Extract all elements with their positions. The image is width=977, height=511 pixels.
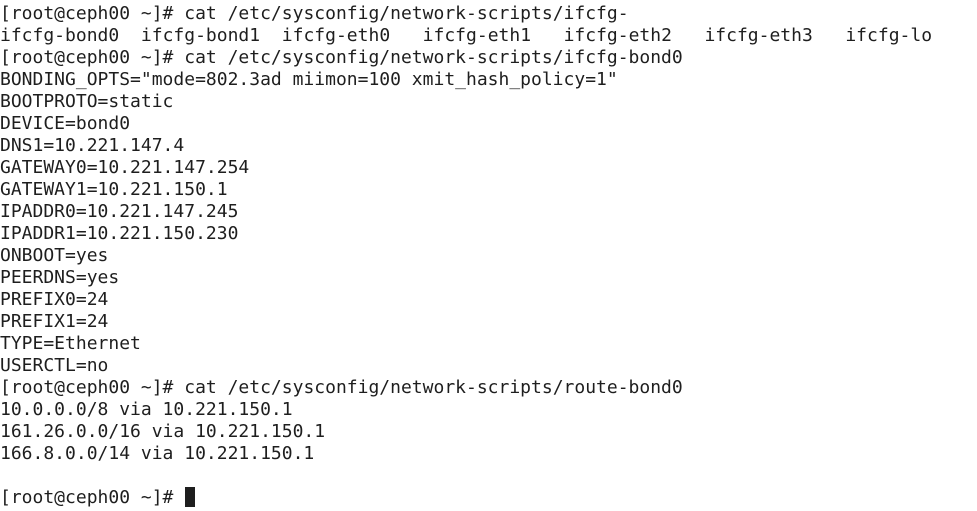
output-line: 161.26.0.0/16 via 10.221.150.1 [0,421,326,442]
output-line: PREFIX0=24 [0,289,109,310]
completion-item: ifcfg-eth0 [281,25,423,46]
output-line: 166.8.0.0/14 via 10.221.150.1 [0,443,315,464]
output-line: PEERDNS=yes [0,267,120,288]
output-line: USERCTL=no [0,355,109,376]
output-line: 10.0.0.0/8 via 10.221.150.1 [0,399,293,420]
output-line: PREFIX1=24 [0,311,109,332]
shell-prompt: [root@ceph00 ~]# [0,377,185,398]
command-line: [root@ceph00 ~]# cat /etc/sysconfig/netw… [0,47,977,69]
output-line: GATEWAY1=10.221.150.1 [0,179,228,200]
completion-item: ifcfg-eth3 [704,25,846,46]
output-line: BONDING_OPTS="mode=802.3ad miimon=100 xm… [0,69,618,90]
completion-item: ifcfg-eth2 [563,25,705,46]
command-text: cat /etc/sysconfig/network-scripts/ifcfg… [184,47,683,68]
output-line: ONBOOT=yes [0,245,109,266]
text-cursor [185,487,196,507]
output-line: GATEWAY0=10.221.147.254 [0,157,250,178]
completion-item: ifcfg-bond0 [0,25,141,46]
output-line: BOOTPROTO=static [0,91,174,112]
tab-completion-list: ifcfg-bond0 ifcfg-bond1 ifcfg-eth0 ifcfg… [0,25,977,47]
shell-prompt: [root@ceph00 ~]# [0,47,185,68]
output-line: DNS1=10.221.147.4 [0,135,185,156]
command-line: [root@ceph00 ~]# cat /etc/sysconfig/netw… [0,377,977,399]
completion-item: ifcfg-lo [845,25,933,46]
command-text: cat /etc/sysconfig/network-scripts/route… [184,377,683,398]
output-line: IPADDR1=10.221.150.230 [0,223,239,244]
shell-prompt: [root@ceph00 ~]# [0,487,185,508]
active-prompt-line[interactable]: [root@ceph00 ~]# [0,487,977,509]
completion-item: ifcfg-eth1 [422,25,564,46]
terminal-window[interactable]: [root@ceph00 ~]# cat /etc/sysconfig/netw… [0,0,977,511]
shell-prompt: [root@ceph00 ~]# [0,3,185,24]
output-line: TYPE=Ethernet [0,333,141,354]
output-line: DEVICE=bond0 [0,113,131,134]
command-text: cat /etc/sysconfig/network-scripts/ifcfg… [184,3,629,24]
output-line: IPADDR0=10.221.147.245 [0,201,239,222]
command-line: [root@ceph00 ~]# cat /etc/sysconfig/netw… [0,3,977,25]
completion-item: ifcfg-bond1 [140,25,282,46]
